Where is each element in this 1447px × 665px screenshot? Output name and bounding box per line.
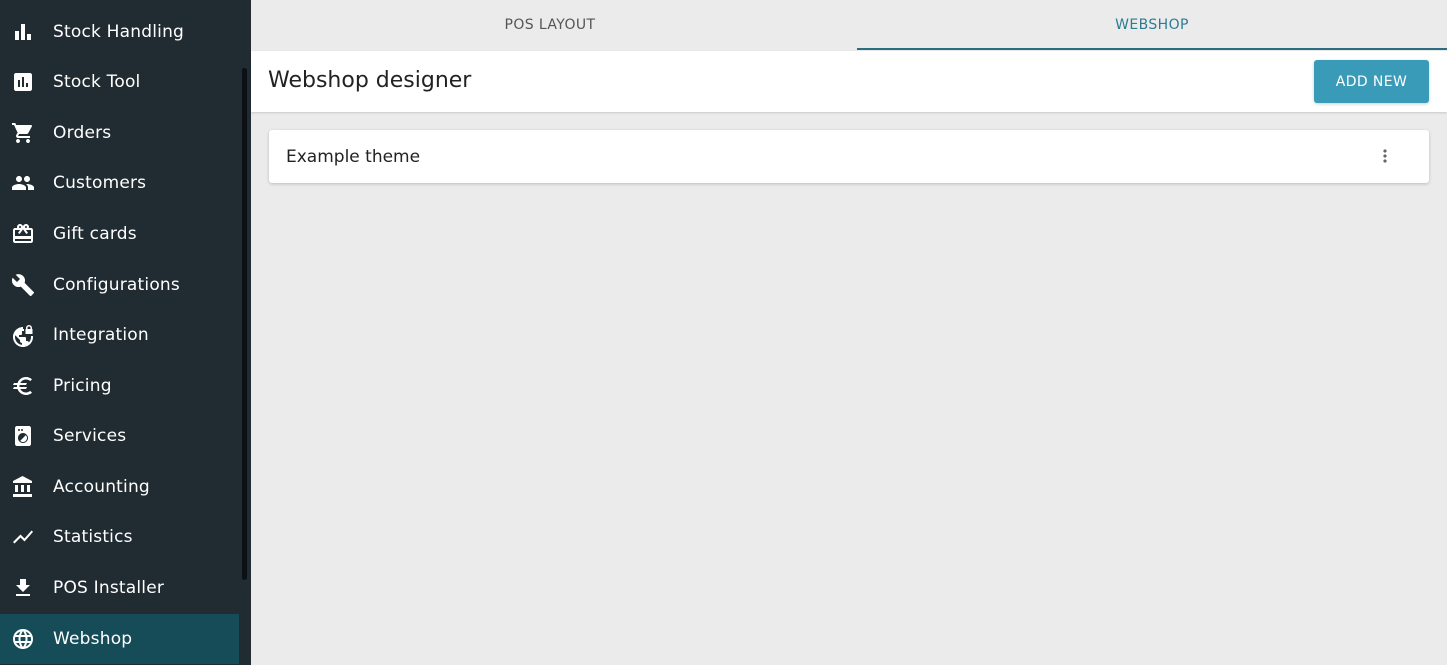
sidebar-item-label: Configurations [53,275,180,295]
tab-indicator [857,48,1447,50]
shopping-cart-icon [11,121,35,145]
gift-card-icon [11,222,35,246]
main-content: POS LAYOUT WEBSHOP Webshop designer ADD … [251,0,1447,665]
sidebar-item-label: Customers [53,173,147,193]
sidebar-scrollbar[interactable] [242,68,247,580]
sidebar-item-orders[interactable]: Orders [0,108,239,158]
sidebar-item-stock-handling[interactable]: Stock Handling [0,7,239,57]
sidebar-item-label: Orders [53,123,112,143]
sidebar-item-integration[interactable]: Integration [0,310,239,360]
sidebar-item-label: Integration [53,325,149,345]
sidebar-item-label: Statistics [53,527,133,547]
theme-name: Example theme [286,147,421,167]
page-title: Webshop designer [268,68,472,93]
theme-card[interactable]: Example theme [269,130,1429,183]
sidebar-item-services[interactable]: Services [0,411,239,461]
sidebar-item-label: Services [53,426,127,446]
sidebar-item-webshop[interactable]: Webshop [0,614,239,664]
more-vert-icon [1383,149,1387,163]
sidebar-item-pos-installer[interactable]: POS Installer [0,563,239,613]
sidebar-item-label: POS Installer [53,578,165,598]
sidebar-item-gift-cards[interactable]: Gift cards [0,209,239,259]
people-icon [11,171,35,195]
sidebar-item-accounting[interactable]: Accounting [0,462,239,512]
sidebar-item-label: Pricing [53,376,112,396]
tab-bar: POS LAYOUT WEBSHOP [251,0,1447,50]
trending-up-icon [11,525,35,549]
sidebar-item-pricing[interactable]: Pricing [0,361,239,411]
tab-webshop[interactable]: WEBSHOP [857,0,1447,50]
sidebar-item-customers[interactable]: Customers [0,158,239,208]
app-root: Stock Handling Stock Tool Orders Custome… [0,0,1447,665]
chart-box-icon [11,70,35,94]
sidebar-item-stock-tool[interactable]: Stock Tool [0,57,239,107]
bar-chart-icon [11,20,35,44]
globe-icon [11,627,35,651]
sidebar-item-statistics[interactable]: Statistics [0,512,239,562]
wrench-icon [11,273,35,297]
washing-machine-icon [11,424,35,448]
bank-icon [11,475,35,499]
tab-pos-layout[interactable]: POS LAYOUT [251,0,849,50]
sidebar-item-label: Accounting [53,477,150,497]
sidebar-item-label: Stock Handling [53,22,185,42]
download-icon [11,576,35,600]
add-new-button[interactable]: ADD NEW [1314,60,1429,103]
sidebar-item-label: Stock Tool [53,72,141,92]
more-options-button[interactable] [1373,144,1397,168]
sidebar-item-label: Webshop [53,629,133,649]
sidebar-item-configurations[interactable]: Configurations [0,260,239,310]
sidebar: Stock Handling Stock Tool Orders Custome… [0,0,251,665]
sidebar-item-label: Gift cards [53,224,137,244]
globe-lock-icon [11,323,35,347]
euro-icon [11,374,35,398]
page-header: Webshop designer ADD NEW [251,51,1447,112]
